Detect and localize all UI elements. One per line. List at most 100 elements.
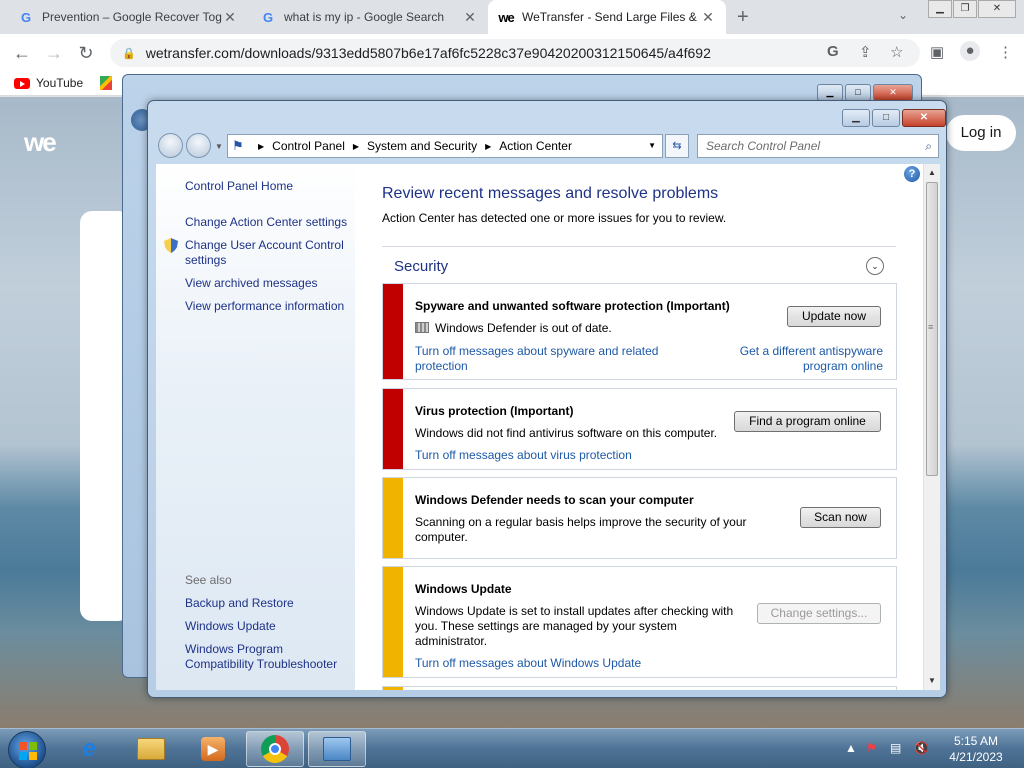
close-icon[interactable]: ✕ [462, 9, 478, 26]
chrome-icon[interactable] [246, 731, 304, 767]
bookmark-maps[interactable] [100, 76, 112, 90]
control-panel-home-link[interactable]: Control Panel Home [185, 179, 293, 194]
back-icon[interactable] [158, 133, 183, 158]
forward-icon[interactable]: → [42, 41, 66, 65]
start-button[interactable] [8, 731, 46, 768]
card-title: Spyware and unwanted software protection… [415, 299, 730, 313]
address-bar[interactable]: 🔒 wetransfer.com/downloads/9313edd5807b6… [110, 39, 920, 67]
scan-now-button[interactable]: Scan now [800, 507, 881, 528]
compatibility-troubleshooter-link[interactable]: Windows Program Compatibility Troublesho… [185, 642, 350, 672]
file-explorer-icon[interactable] [122, 731, 180, 767]
chevron-down-icon[interactable]: ▼ [215, 142, 223, 151]
maximize-icon[interactable]: □ [845, 84, 871, 101]
lock-icon: 🔒 [122, 47, 136, 60]
menu-kebab-icon[interactable]: ⋮ [998, 43, 1013, 61]
close-icon[interactable]: ✕ [902, 109, 946, 127]
severity-bar [383, 284, 403, 379]
profile-avatar-icon[interactable]: ● [960, 41, 980, 61]
media-player-icon[interactable]: ▶ [184, 731, 242, 767]
action-center-flag-icon[interactable]: ⚑ [866, 741, 877, 755]
change-uac-settings-link[interactable]: Change User Account Control settings [185, 238, 350, 268]
search-input[interactable]: Search Control Panel ⌕ [697, 134, 939, 158]
search-icon[interactable]: ⌕ [925, 135, 932, 157]
backup-and-restore-link[interactable]: Backup and Restore [185, 596, 294, 611]
tab-wetransfer[interactable]: we WeTransfer - Send Large Files & ✕ [488, 0, 726, 34]
control-panel-icon[interactable] [308, 731, 366, 767]
tab-prevention[interactable]: G Prevention – Google Recover Tog ✕ [8, 0, 248, 34]
severity-bar [383, 478, 403, 558]
card-title: Virus protection (Important) [415, 404, 574, 418]
breadcrumb-item[interactable]: ▶ Action Center [485, 139, 572, 153]
windows-defender-icon [415, 322, 429, 333]
side-panel-icon[interactable]: ▣ [930, 43, 944, 61]
find-a-program-online-button[interactable]: Find a program online [734, 411, 881, 432]
scroll-up-icon[interactable]: ▲ [928, 168, 936, 177]
system-clock[interactable]: 5:15 AM 4/21/2023 [940, 733, 1012, 765]
tab-search-icon[interactable]: ⌄ [898, 8, 908, 22]
severity-bar [383, 389, 403, 469]
close-icon[interactable]: ✕ [222, 9, 238, 26]
defender-scan-card: Windows Defender needs to scan your comp… [382, 477, 897, 559]
view-performance-information-link[interactable]: View performance information [185, 299, 344, 314]
forward-icon[interactable] [186, 133, 211, 158]
card-text: Windows Defender is out of date. [415, 321, 612, 336]
maximize-icon[interactable]: □ [872, 109, 900, 127]
left-task-pane: Control Panel Home Change Action Center … [156, 164, 355, 690]
turn-off-spyware-messages-link[interactable]: Turn off messages about spyware and rela… [415, 344, 685, 374]
page-subtitle: Action Center has detected one or more i… [382, 211, 727, 225]
divider [382, 246, 896, 247]
close-icon[interactable]: ✕ [978, 0, 1016, 18]
chevron-down-icon[interactable]: ⌄ [866, 257, 884, 275]
vertical-scrollbar[interactable]: ▲ ≡ ▼ [923, 164, 940, 690]
bookmark-star-icon[interactable]: ☆ [890, 43, 903, 61]
new-tab-button[interactable]: + [737, 6, 749, 29]
help-icon[interactable]: ? [904, 166, 920, 182]
show-hidden-icons-icon[interactable]: ▲ [845, 741, 857, 755]
change-action-center-settings-link[interactable]: Change Action Center settings [185, 215, 347, 230]
scroll-down-icon[interactable]: ▼ [928, 676, 936, 685]
scrollbar-grip-icon: ≡ [928, 322, 934, 332]
turn-off-virus-messages-link[interactable]: Turn off messages about virus protection [415, 448, 632, 463]
url-text: wetransfer.com/downloads/9313edd5807b6e1… [145, 45, 711, 61]
breadcrumb[interactable]: ⚑ ▶ Control Panel ▶ System and Security ▶ A… [227, 134, 663, 158]
volume-muted-icon[interactable]: 🔇 [914, 741, 929, 755]
share-icon[interactable]: ⇪ [859, 43, 872, 61]
wetransfer-logo[interactable]: we [24, 127, 57, 158]
close-icon[interactable]: ✕ [700, 9, 716, 26]
card-text: Scanning on a regular basis helps improv… [415, 515, 747, 544]
update-now-button[interactable]: Update now [787, 306, 881, 327]
windows-update-link[interactable]: Windows Update [185, 619, 276, 634]
breadcrumb-item[interactable]: ▶ System and Security [353, 139, 477, 153]
tab-what-is-my-ip[interactable]: G what is my ip - Google Search ✕ [250, 0, 488, 34]
turn-off-windows-update-messages-link[interactable]: Turn off messages about Windows Update [415, 656, 641, 671]
card-title: Windows Update [415, 582, 512, 596]
next-card-partial [382, 686, 897, 690]
tab-title: Prevention – Google Recover Tog [42, 10, 222, 24]
bookmark-youtube[interactable]: YouTube [14, 76, 83, 90]
reload-icon[interactable]: ↻ [74, 41, 98, 65]
google-icon: G [20, 9, 32, 25]
chevron-down-icon[interactable]: ▼ [648, 141, 656, 150]
minimize-icon[interactable]: ▁ [817, 84, 843, 101]
change-settings-button[interactable]: Change settings... [757, 603, 881, 624]
back-icon[interactable]: ← [10, 41, 34, 65]
get-antispyware-online-link[interactable]: Get a different antispyware program onli… [728, 344, 883, 374]
network-icon[interactable]: ▤ [890, 741, 901, 755]
internet-explorer-icon[interactable]: e [60, 731, 118, 767]
uac-shield-icon [164, 238, 178, 253]
breadcrumb-item[interactable]: ▶ Control Panel [258, 139, 345, 153]
view-archived-messages-link[interactable]: View archived messages [185, 276, 318, 291]
card-text: Windows did not find antivirus software … [415, 426, 718, 440]
security-section-title[interactable]: Security [394, 258, 448, 275]
refresh-icon[interactable]: ⇆ [665, 134, 689, 158]
google-lens-icon[interactable]: G [827, 43, 839, 60]
close-icon[interactable]: ✕ [873, 84, 913, 101]
taskbar: e ▶ ▲ ⚑ ▤ 🔇 5:15 AM 4/21/2023 [0, 728, 1024, 768]
spyware-protection-card: Spyware and unwanted software protection… [382, 283, 897, 380]
action-center-flag-icon: ⚑ [232, 138, 244, 153]
minimize-icon[interactable]: ▁ [842, 109, 870, 127]
login-button[interactable]: Log in [946, 115, 1016, 151]
minimize-icon[interactable]: ▁ [928, 0, 952, 18]
restore-icon[interactable]: ❐ [953, 0, 977, 18]
card-title: Windows Defender needs to scan your comp… [415, 493, 694, 507]
